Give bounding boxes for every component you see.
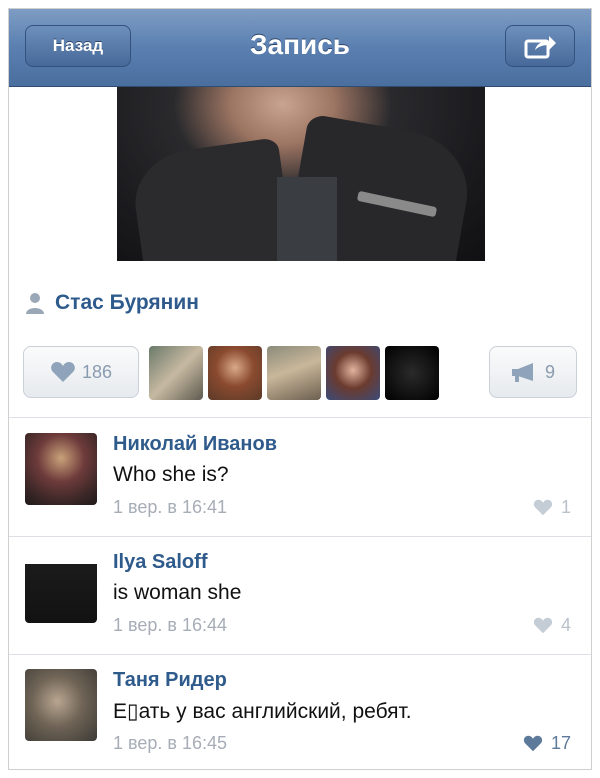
comment-text: is woman she [113, 581, 242, 604]
post-author[interactable]: Стас Бурянин [25, 291, 199, 315]
megaphone-icon [511, 363, 533, 382]
comment-like-count: 17 [550, 733, 571, 753]
commenter-name[interactable]: Николай Иванов [113, 433, 277, 456]
share-icon [524, 36, 556, 59]
comment-item: Ilya Saloff is woman she 1 вер. в 16:44 … [9, 537, 591, 655]
screenshot-frame: Назад Запись Стас Бурянин 186 9 Николай … [8, 8, 592, 770]
heart-icon [51, 362, 75, 382]
comment-like-count: 1 [560, 497, 571, 517]
photo-detail [128, 137, 296, 261]
commenter-avatar[interactable] [25, 669, 97, 741]
like-button[interactable]: 186 [23, 346, 139, 398]
comment-like-button[interactable]: 4 [533, 615, 571, 636]
page-title: Запись [249, 29, 351, 60]
liker-avatar[interactable] [208, 346, 262, 400]
heart-icon [533, 617, 553, 634]
comment-item: Таня Ридер Е▯ать у вас английский, ребят… [9, 655, 591, 769]
commenter-name[interactable]: Ilya Saloff [113, 551, 207, 574]
comment-like-count: 4 [560, 615, 571, 635]
repost-count: 9 [544, 361, 555, 382]
like-count: 186 [81, 361, 113, 382]
navigation-bar: Назад Запись [9, 9, 591, 87]
author-name: Стас Бурянин [55, 291, 199, 314]
photo-detail [277, 177, 337, 261]
heart-icon [523, 735, 543, 752]
liker-avatar[interactable] [385, 346, 439, 400]
comment-like-button[interactable]: 1 [533, 497, 571, 518]
divider [9, 417, 591, 418]
liker-avatar[interactable] [267, 346, 321, 400]
heart-icon [533, 499, 553, 516]
comment-time: 1 вер. в 16:41 [113, 497, 228, 517]
comment-text: Е▯ать у вас английский, ребят. [113, 700, 412, 723]
commenter-name[interactable]: Таня Ридер [113, 669, 227, 692]
commenter-avatar[interactable] [25, 551, 97, 623]
liker-avatar[interactable] [326, 346, 380, 400]
comment-time: 1 вер. в 16:45 [113, 733, 228, 753]
commenter-avatar[interactable] [25, 433, 97, 505]
comment-item: Николай Иванов Who she is? 1 вер. в 16:4… [9, 419, 591, 537]
repost-button[interactable]: 9 [489, 346, 577, 398]
share-button[interactable] [505, 25, 575, 67]
comment-like-button[interactable]: 17 [523, 733, 571, 754]
post-photo[interactable] [117, 87, 485, 261]
liker-avatar[interactable] [149, 346, 203, 400]
comment-time: 1 вер. в 16:44 [113, 615, 228, 635]
likers-list [149, 346, 439, 400]
person-icon [26, 293, 44, 314]
comment-text: Who she is? [113, 463, 229, 486]
